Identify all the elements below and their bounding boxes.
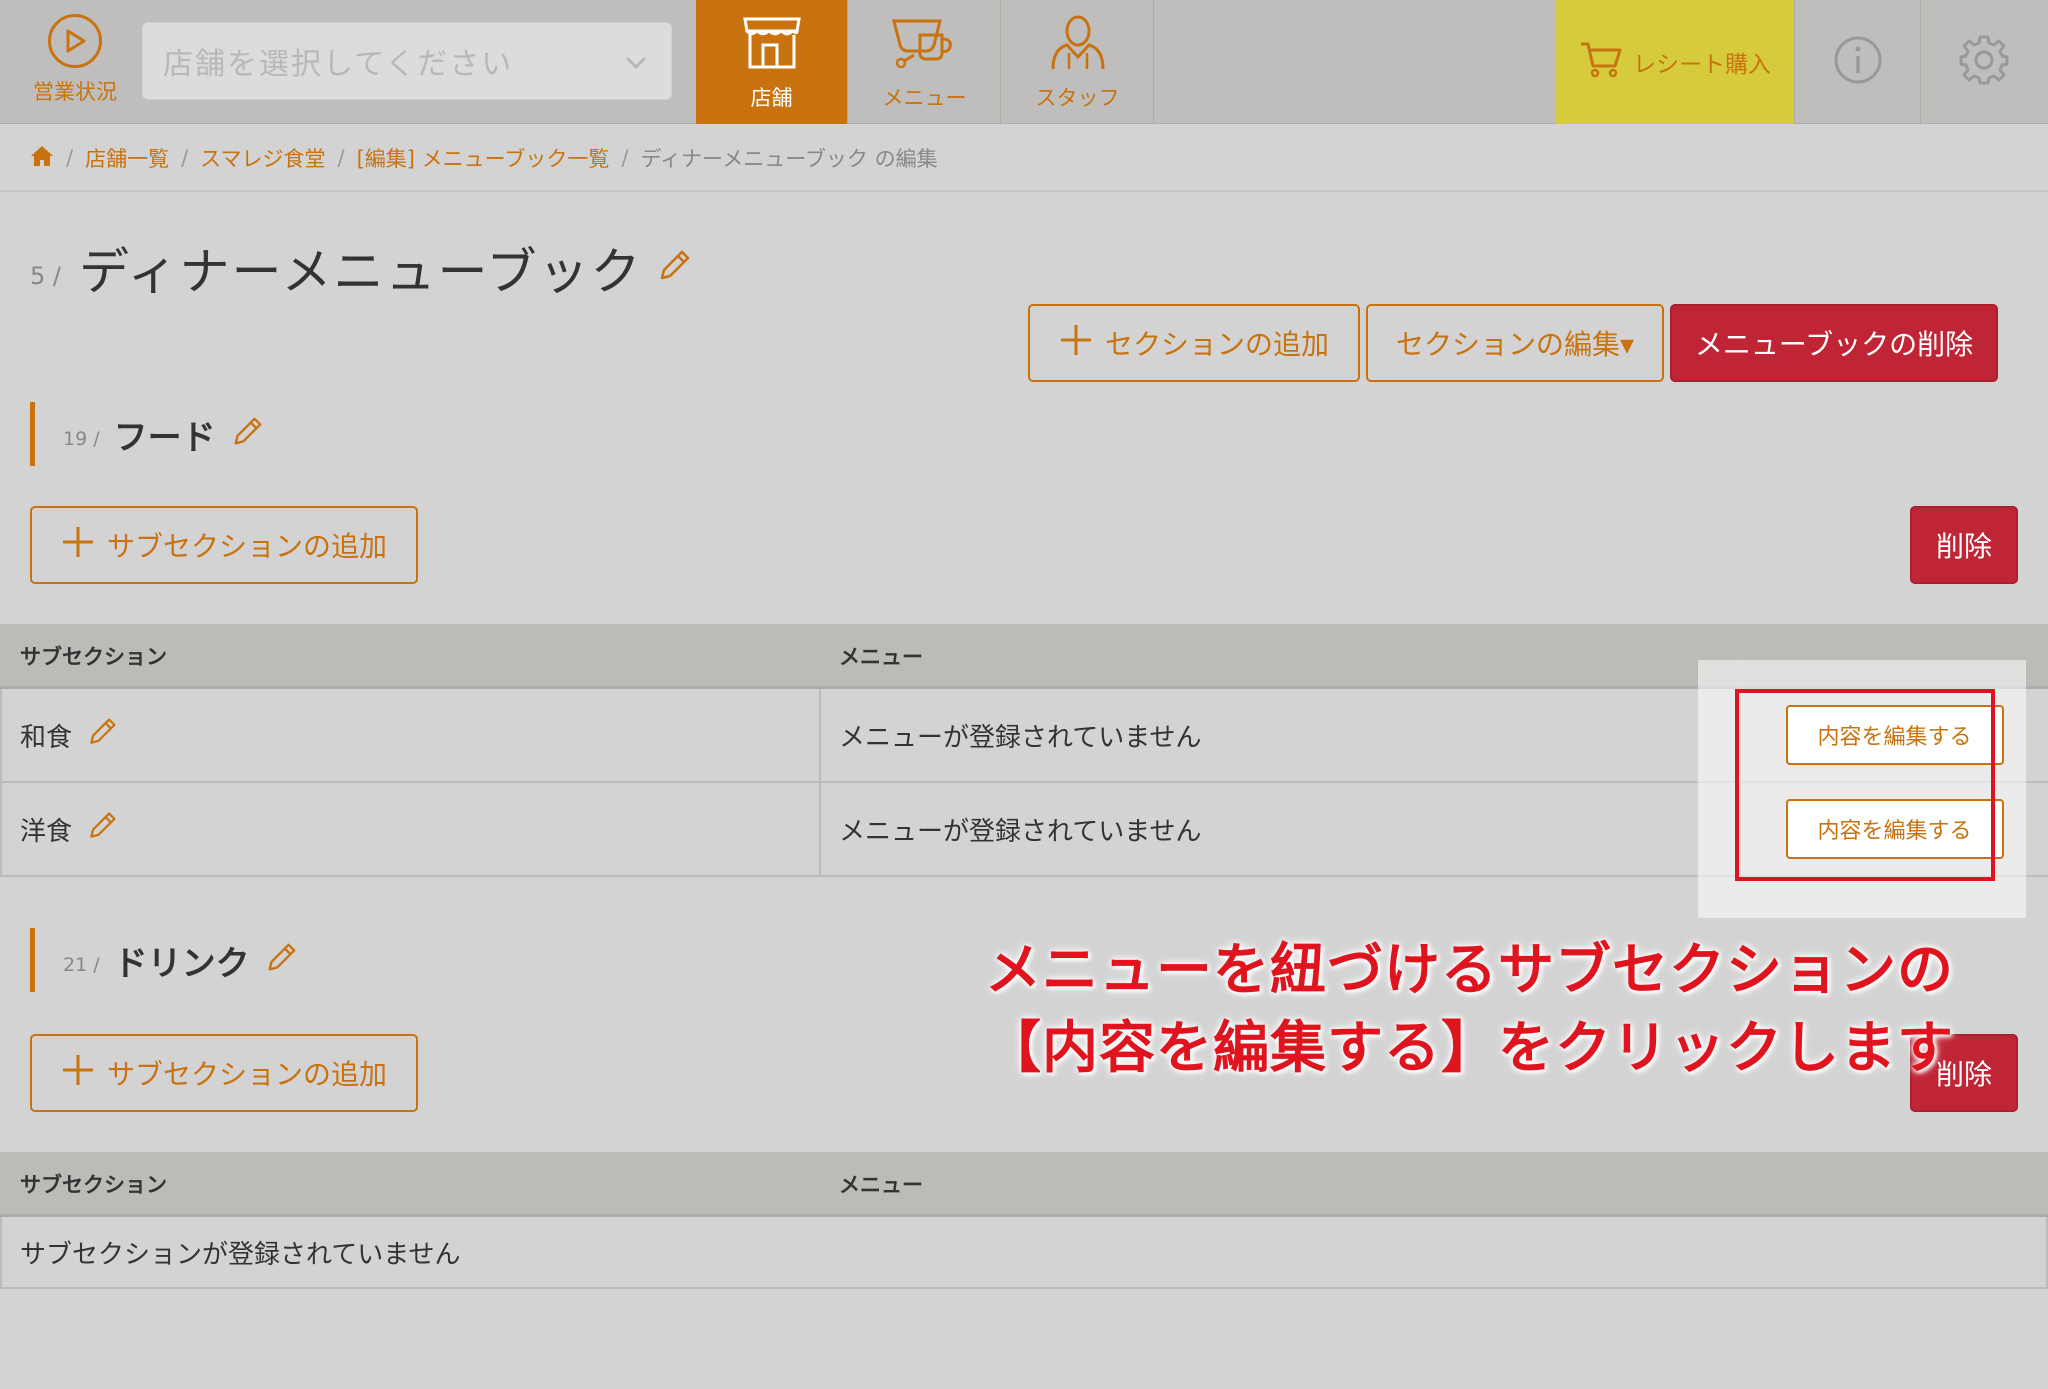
settings-button[interactable] [1920, 0, 2046, 124]
breadcrumb: / 店舗一覧 / スマレジ食堂 / [編集] メニューブック一覧 / ディナーメ… [30, 140, 938, 176]
subsection-name-cell: 和食 [0, 689, 821, 781]
business-status-label: 営業状況 [33, 80, 117, 104]
info-icon [1833, 35, 1883, 89]
chevron-down-icon [623, 49, 649, 84]
delete-menubook-label: メニューブックの削除 [1694, 328, 1974, 361]
subsection-name: 和食 [20, 722, 73, 753]
pencil-icon[interactable] [230, 415, 264, 453]
add-subsection-label: サブセクションの追加 [106, 530, 387, 563]
cart-icon [1579, 40, 1623, 84]
menu-cell: メニューが登録されていません [821, 689, 1741, 781]
breadcrumb-menubook-list[interactable]: [編集] メニューブック一覧 [357, 143, 610, 173]
breadcrumb-current: ディナーメニューブック の編集 [640, 147, 938, 171]
store-select-placeholder: 店舗を選択してください [163, 47, 514, 82]
empty-message: サブセクションが登録されていません [0, 1217, 2048, 1287]
tab-staff-label: スタッフ [1035, 86, 1120, 110]
add-subsection-label: サブセクションの追加 [106, 1058, 387, 1091]
store-select-dropdown[interactable]: 店舗を選択してください [142, 22, 672, 100]
plus-icon [61, 525, 95, 566]
breadcrumb-separator: / [337, 146, 345, 170]
tab-staff[interactable]: スタッフ [1002, 0, 1154, 124]
coffee-cup-icon [890, 15, 960, 82]
section-number: 19 / [63, 428, 100, 450]
breadcrumb-separator: / [181, 146, 189, 170]
edit-section-dropdown[interactable]: セクションの編集▾ [1366, 304, 1664, 382]
add-section-button[interactable]: セクションの追加 [1028, 304, 1360, 382]
section-header-drink: 21 / ドリンク [30, 928, 298, 992]
receipt-purchase-label: レシート購入 [1633, 52, 1771, 78]
divider [0, 190, 2048, 192]
delete-menubook-button[interactable]: メニューブックの削除 [1670, 304, 1998, 382]
receipt-purchase-button[interactable]: レシート購入 [1556, 0, 1794, 124]
tab-menu-label: メニュー [882, 86, 967, 110]
pencil-icon[interactable] [86, 810, 118, 849]
edit-section-label: セクションの編集▾ [1395, 328, 1635, 361]
breadcrumb-separator: / [621, 146, 629, 170]
column-header-subsection: サブセクション [0, 625, 821, 686]
subsection-name: 洋食 [20, 816, 73, 847]
instruction-annotation: メニューを紐づけるサブセクションの 【内容を編集する】をクリックします [985, 938, 1954, 1081]
section-header-food: 19 / フード [30, 402, 264, 466]
subsection-table-drink: サブセクション メニュー サブセクションが登録されていません [0, 1152, 2048, 1289]
tab-store[interactable]: 店舗 [696, 0, 848, 124]
info-button[interactable] [1794, 0, 1920, 124]
table-header: サブセクション メニュー [0, 1153, 2048, 1217]
play-icon [48, 14, 102, 68]
home-icon[interactable] [30, 145, 54, 172]
column-header-actions [1741, 1153, 2048, 1214]
breadcrumb-store-list[interactable]: 店舗一覧 [85, 143, 169, 173]
pencil-icon[interactable] [86, 716, 118, 755]
gear-icon [1957, 33, 2011, 91]
menu-cell: メニューが登録されていません [821, 783, 1741, 875]
page-title: 5 / ディナーメニューブック [30, 232, 692, 304]
tab-menu[interactable]: メニュー [849, 0, 1001, 124]
add-subsection-button[interactable]: サブセクションの追加 [30, 506, 418, 584]
section-title: フード [113, 417, 216, 458]
staff-person-icon [1047, 13, 1109, 82]
plus-icon [61, 1053, 95, 1094]
subsection-name-cell: 洋食 [0, 783, 821, 875]
breadcrumb-store[interactable]: スマレジ食堂 [200, 143, 325, 173]
highlight-frame [1735, 689, 1995, 881]
tab-store-label: 店舗 [750, 86, 793, 110]
add-subsection-button[interactable]: サブセクションの追加 [30, 1034, 418, 1112]
section-title: ドリンク [113, 943, 250, 984]
delete-section-button[interactable]: 削除 [1910, 506, 2018, 584]
breadcrumb-separator: / [66, 146, 74, 170]
menubook-number: 5 / [30, 262, 61, 290]
menubook-title: ディナーメニューブック [78, 243, 643, 301]
table-row: サブセクションが登録されていません [0, 1217, 2048, 1289]
delete-label: 削除 [1935, 530, 1992, 563]
column-header-menu: メニュー [821, 1153, 1741, 1214]
top-navigation-bar: 営業状況 店舗を選択してください 店舗 メニュー スタッフ レシート購入 [0, 0, 2048, 124]
pencil-icon[interactable] [656, 248, 692, 288]
column-header-subsection: サブセクション [0, 1153, 821, 1214]
pencil-icon[interactable] [264, 941, 298, 979]
plus-icon [1059, 323, 1093, 364]
business-status-button[interactable]: 営業状況 [22, 14, 128, 114]
add-section-label: セクションの追加 [1104, 328, 1329, 361]
storefront-icon [741, 15, 803, 82]
section-number: 21 / [63, 954, 100, 976]
column-header-menu: メニュー [821, 625, 1741, 686]
